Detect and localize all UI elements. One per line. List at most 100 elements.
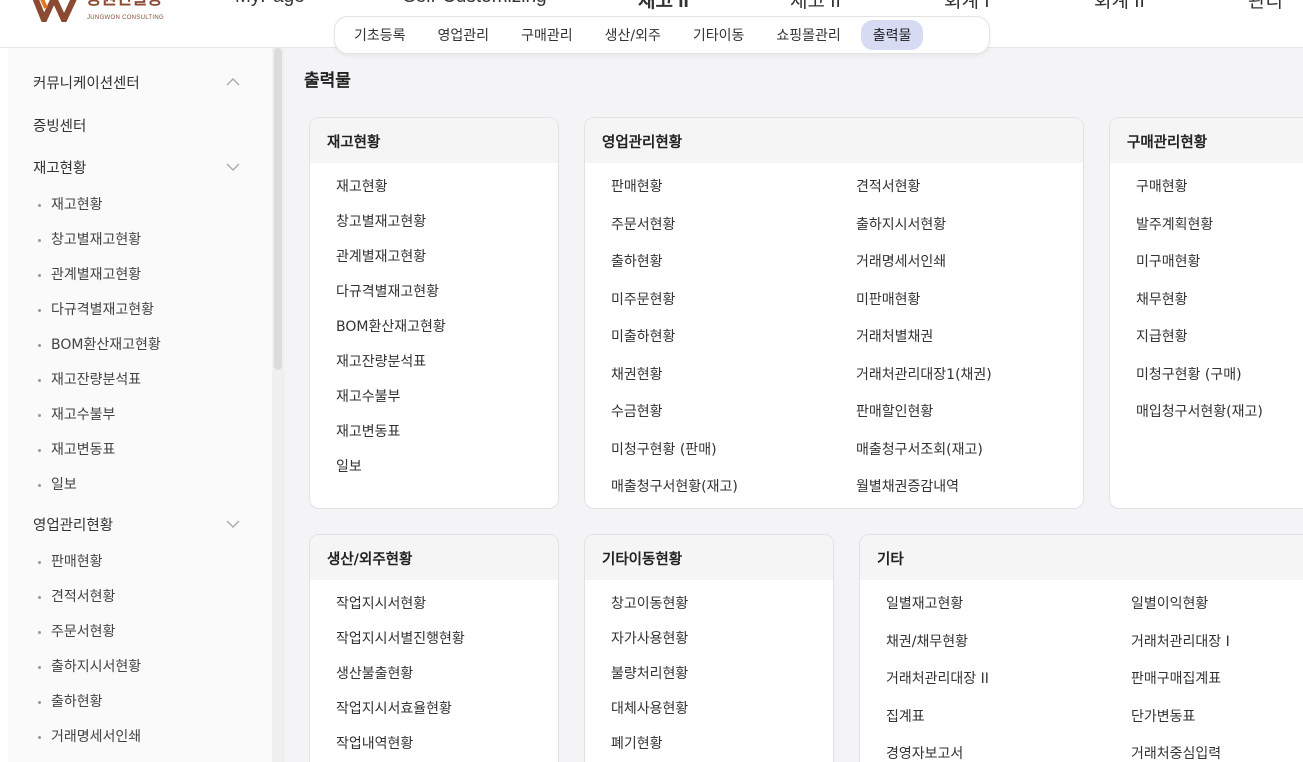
- subnav-other-transfer[interactable]: 기타이동: [681, 20, 757, 50]
- sidebar-section-communication-center[interactable]: 커뮤니케이션센터: [33, 72, 140, 93]
- top-menu-management[interactable]: 관리: [1248, 0, 1283, 13]
- top-menu-inventory-2[interactable]: 재고 II: [790, 0, 841, 13]
- subnav-purchase-management[interactable]: 구매관리: [509, 20, 585, 50]
- report-link[interactable]: 재고잔량분석표: [336, 351, 426, 371]
- report-link[interactable]: 주문서현황: [611, 214, 675, 234]
- sidebar-scrollbar[interactable]: [272, 48, 283, 762]
- report-link[interactable]: 거래명세서인쇄: [856, 251, 946, 271]
- report-link[interactable]: 일별이익현황: [1131, 593, 1208, 613]
- sidebar-item[interactable]: 출하지시서현황: [38, 656, 141, 676]
- sidebar-item[interactable]: 출하현황: [38, 691, 103, 711]
- sidebar-item[interactable]: 창고별재고현황: [38, 229, 141, 249]
- report-link[interactable]: 미주문현황: [611, 289, 675, 309]
- sidebar-section-evidence-center[interactable]: 증빙센터: [33, 115, 86, 136]
- subnav-production-outsourcing[interactable]: 생산/외주: [593, 20, 673, 50]
- sidebar-item[interactable]: 일보: [38, 474, 77, 494]
- report-link[interactable]: 월별채권증감내역: [856, 476, 959, 496]
- report-link[interactable]: 발주계획현황: [1136, 214, 1213, 234]
- sidebar-item-label: 주문서현황: [51, 624, 116, 640]
- report-link[interactable]: 창고이동현황: [611, 593, 688, 613]
- report-link[interactable]: 일별재고현황: [886, 593, 963, 613]
- subnav-shopping-mall[interactable]: 쇼핑몰관리: [764, 20, 852, 50]
- top-menu-mypage[interactable]: MyPage: [235, 0, 305, 8]
- bullet-dot: [38, 595, 41, 599]
- report-link[interactable]: 작업지시서별진행현황: [336, 628, 465, 648]
- subnav-sales-management[interactable]: 영업관리: [426, 20, 502, 50]
- sidebar-item[interactable]: 판매현황: [38, 551, 103, 571]
- sidebar-item[interactable]: BOM환산재고현황: [38, 334, 161, 354]
- sidebar-item-label: BOM환산재고현황: [51, 337, 161, 353]
- sidebar-item[interactable]: 견적서현황: [38, 586, 115, 606]
- report-link[interactable]: 거래처관리대장 II: [886, 668, 989, 688]
- report-link[interactable]: 수금현황: [611, 401, 663, 421]
- report-link[interactable]: 재고현황: [336, 176, 388, 196]
- report-link[interactable]: 판매현황: [611, 176, 663, 196]
- sidebar-item[interactable]: 다규격별재고현황: [38, 299, 154, 319]
- report-link[interactable]: 판매구매집계표: [1131, 668, 1221, 688]
- report-link[interactable]: 매출청구서조회(재고): [856, 439, 983, 459]
- card-sales-status: 영업관리현황 판매현황 주문서현황 출하현황 미주문현황 미출하현황 채권현황 …: [584, 117, 1084, 509]
- sidebar-item[interactable]: 주문서현황: [38, 621, 115, 641]
- top-menu-accounting-2[interactable]: 회계 II: [1094, 0, 1145, 13]
- sidebar-section-sales-status[interactable]: 영업관리현황: [33, 514, 113, 535]
- sidebar-item[interactable]: 재고현황: [38, 194, 103, 214]
- sub-navigation: 기초등록 영업관리 구매관리 생산/외주 기타이동 쇼핑몰관리 출력물: [334, 16, 990, 54]
- report-link[interactable]: 채권현황: [611, 364, 663, 384]
- report-link[interactable]: 집계표: [886, 706, 925, 726]
- report-link[interactable]: 거래처중심입력: [1131, 743, 1221, 762]
- report-link[interactable]: 재고변동표: [336, 421, 400, 441]
- report-link[interactable]: 출하지시서현황: [856, 214, 946, 234]
- report-link[interactable]: 미청구현황 (판매): [611, 439, 717, 459]
- sidebar-section-inventory-status[interactable]: 재고현황: [33, 157, 86, 178]
- report-link[interactable]: BOM환산재고현황: [336, 316, 446, 336]
- report-link[interactable]: 거래처관리대장1(채권): [856, 364, 992, 384]
- report-link[interactable]: 경영자보고서: [886, 743, 963, 762]
- report-link[interactable]: 매출청구서현황(재고): [611, 476, 738, 496]
- report-link[interactable]: 지급현황: [1136, 326, 1188, 346]
- report-link[interactable]: 거래처관리대장 I: [1131, 631, 1230, 651]
- scrollbar-thumb[interactable]: [274, 48, 282, 370]
- report-link[interactable]: 단가변동표: [1131, 706, 1195, 726]
- chevron-up-icon[interactable]: [226, 77, 240, 87]
- report-link[interactable]: 채무현황: [1136, 289, 1188, 309]
- report-link[interactable]: 미출하현황: [611, 326, 675, 346]
- chevron-down-icon[interactable]: [226, 162, 240, 172]
- report-link[interactable]: 일보: [336, 456, 362, 476]
- report-link[interactable]: 생산불출현황: [336, 663, 413, 683]
- report-link[interactable]: 매입청구서현황(재고): [1136, 401, 1263, 421]
- bullet-dot: [38, 448, 41, 452]
- subnav-basic-registration[interactable]: 기초등록: [342, 20, 418, 50]
- report-link[interactable]: 관계별재고현황: [336, 246, 426, 266]
- subnav-printouts[interactable]: 출력물: [860, 20, 924, 50]
- sidebar-item[interactable]: 재고수불부: [38, 404, 115, 424]
- top-menu-inventory-2-active[interactable]: 재고 II: [638, 0, 689, 13]
- report-link[interactable]: 판매할인현황: [856, 401, 933, 421]
- sidebar-item[interactable]: 재고변동표: [38, 439, 115, 459]
- report-link[interactable]: 다규격별재고현황: [336, 281, 439, 301]
- report-link[interactable]: 미청구현황 (구매): [1136, 364, 1242, 384]
- logo-subtext: JUNGWON CONSULTING: [87, 15, 164, 21]
- report-link[interactable]: 창고별재고현황: [336, 211, 426, 231]
- chevron-down-icon[interactable]: [226, 519, 240, 529]
- sidebar-item[interactable]: 거래명세서인쇄: [38, 726, 141, 746]
- report-link[interactable]: 출하현황: [611, 251, 663, 271]
- report-link[interactable]: 채권/채무현황: [886, 631, 968, 651]
- company-logo[interactable]: 중원컨설팅 JUNGWON CONSULTING: [30, 0, 172, 24]
- report-link[interactable]: 구매현황: [1136, 176, 1188, 196]
- top-menu-self-customizing[interactable]: Self-Customizing: [403, 0, 547, 8]
- report-link[interactable]: 미구매현황: [1136, 251, 1200, 271]
- sidebar-item[interactable]: 재고잔량분석표: [38, 369, 141, 389]
- report-link[interactable]: 작업지시서현황: [336, 593, 426, 613]
- top-menu-accounting-1[interactable]: 회계 I: [944, 0, 990, 13]
- report-link[interactable]: 자가사용현황: [611, 628, 688, 648]
- report-link[interactable]: 불량처리현황: [611, 663, 688, 683]
- report-link[interactable]: 재고수불부: [336, 386, 400, 406]
- sidebar-item[interactable]: 관계별재고현황: [38, 264, 141, 284]
- report-link[interactable]: 견적서현황: [856, 176, 920, 196]
- report-link[interactable]: 미판매현황: [856, 289, 920, 309]
- report-link[interactable]: 작업지시서효율현황: [336, 698, 452, 718]
- report-link[interactable]: 작업내역현황: [336, 733, 413, 753]
- report-link[interactable]: 폐기현황: [611, 733, 663, 753]
- report-link[interactable]: 거래처별채권: [856, 326, 933, 346]
- report-link[interactable]: 대체사용현황: [611, 698, 688, 718]
